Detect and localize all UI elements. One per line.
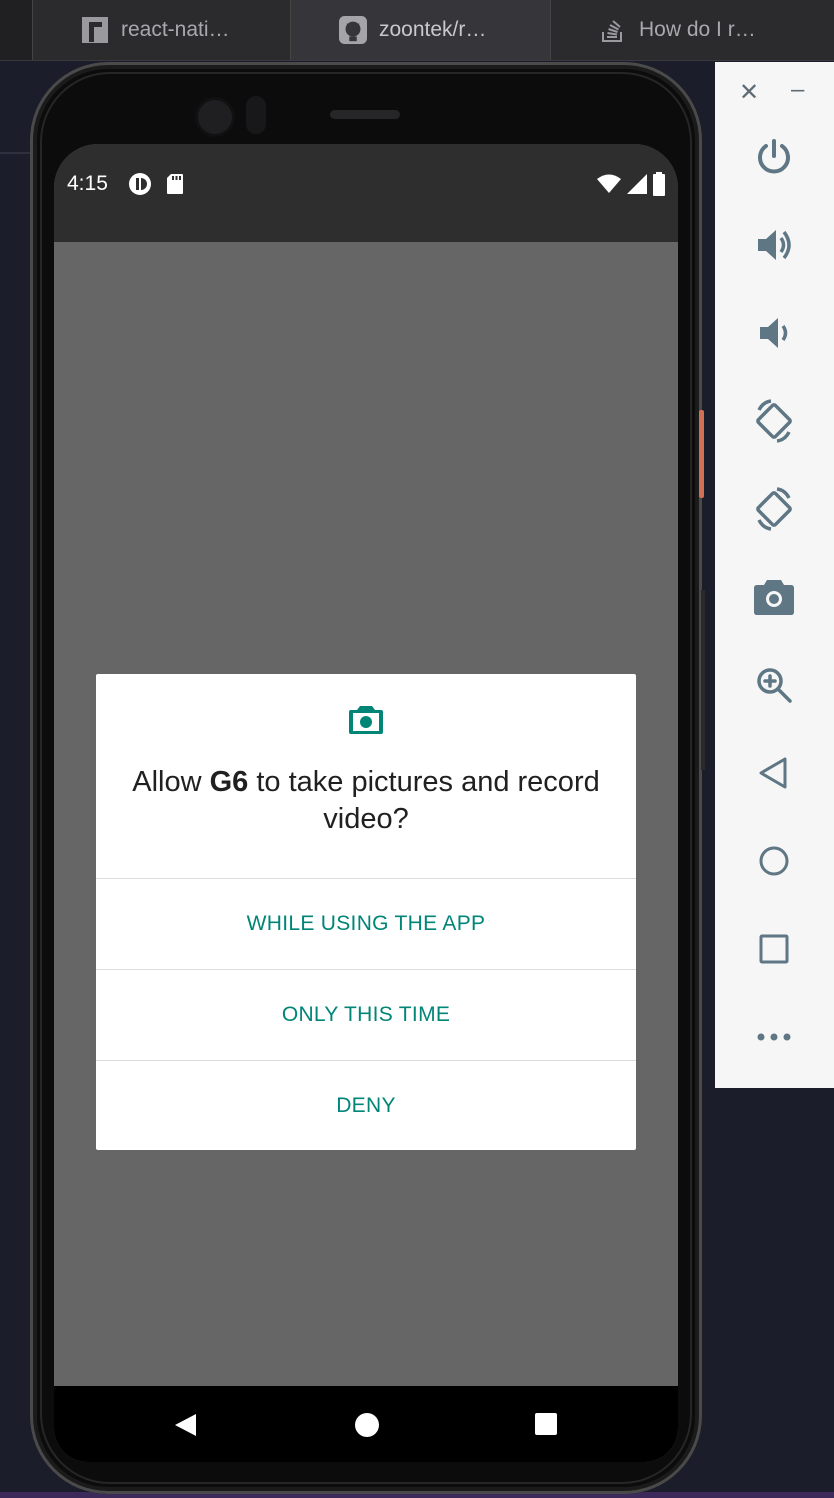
stackoverflow-icon: [599, 16, 627, 44]
minimize-icon[interactable]: –: [791, 76, 804, 104]
npm-icon: [81, 16, 109, 44]
rotate-left-icon[interactable]: [749, 396, 799, 446]
phone-screen: 4:15 Allow G6 to take pictures and recor…: [54, 144, 678, 1462]
proximity-sensor: [246, 96, 266, 134]
phone-power-button[interactable]: [699, 410, 704, 498]
tab-stackoverflow[interactable]: How do I r…: [550, 0, 834, 60]
deny-button[interactable]: DENY: [96, 1060, 636, 1151]
tab-label: react-nati…: [121, 18, 230, 41]
camera-icon: [348, 704, 384, 741]
wifi-icon: [596, 173, 622, 200]
screenshot-icon[interactable]: [749, 572, 799, 622]
tab-label: zoontek/r…: [379, 18, 487, 41]
dialog-title: Allow G6 to take pictures and record vid…: [126, 764, 606, 838]
title-prefix: Allow: [132, 766, 210, 798]
back-icon[interactable]: [749, 748, 799, 798]
status-bar: 4:15: [54, 144, 678, 242]
status-time: 4:15: [67, 172, 108, 195]
close-icon[interactable]: ✕: [739, 78, 759, 107]
power-icon[interactable]: [749, 132, 799, 182]
zoom-icon[interactable]: [749, 660, 799, 710]
browser-tab-bar: react-nati… zoontek/r… How do I r…: [0, 0, 834, 61]
back-icon[interactable]: [172, 1412, 198, 1443]
home-icon[interactable]: [749, 836, 799, 886]
overview-icon[interactable]: [749, 924, 799, 974]
battery-icon: [652, 172, 666, 201]
volume-down-icon[interactable]: [749, 308, 799, 358]
app-content-scrim: Allow G6 to take pictures and record vid…: [54, 242, 678, 1386]
emulator-toolbar: ✕ –: [715, 62, 834, 1088]
tab-react-native[interactable]: react-nati…: [32, 0, 290, 60]
cell-signal-icon: [626, 173, 648, 200]
rotate-right-icon[interactable]: [749, 484, 799, 534]
volume-up-icon[interactable]: [749, 220, 799, 270]
permission-dialog: Allow G6 to take pictures and record vid…: [96, 674, 636, 1150]
while-using-app-button[interactable]: WHILE USING THE APP: [96, 878, 636, 969]
tab-bar-lead: [0, 0, 32, 60]
home-icon[interactable]: [354, 1412, 380, 1443]
more-icon[interactable]: [749, 1012, 799, 1062]
earpiece-speaker: [330, 110, 400, 119]
tab-github[interactable]: zoontek/r…: [290, 0, 550, 60]
app-name: G6: [209, 766, 249, 798]
phone-volume-button[interactable]: [701, 590, 705, 770]
sd-card-icon: [166, 173, 184, 200]
only-this-time-button[interactable]: ONLY THIS TIME: [96, 969, 636, 1060]
github-icon: [339, 16, 367, 44]
front-camera: [198, 100, 232, 134]
tab-label: How do I r…: [639, 18, 756, 41]
navigation-bar: [54, 1386, 678, 1462]
title-suffix: to take pictures and record video?: [248, 766, 600, 835]
recents-icon[interactable]: [534, 1412, 558, 1441]
notification-app-icon: [128, 172, 152, 201]
